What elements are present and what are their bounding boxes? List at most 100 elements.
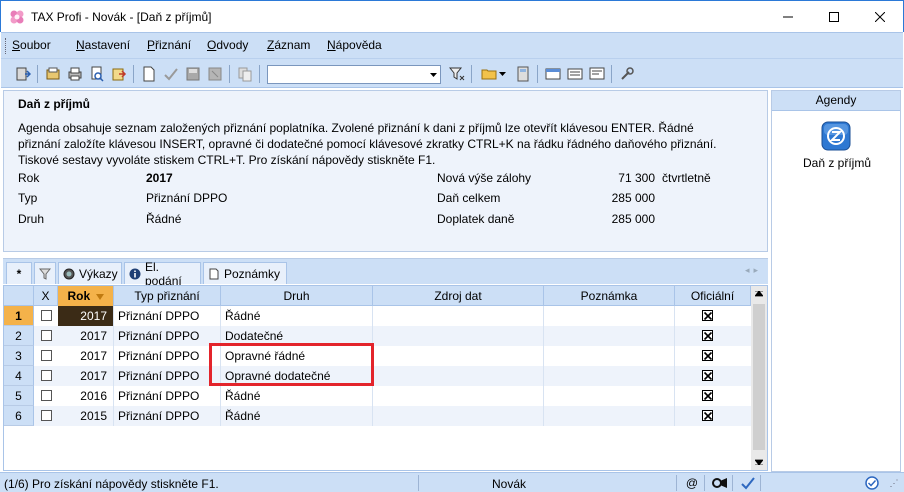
tab-vykazy[interactable]: Výkazy (58, 262, 122, 284)
calculator-button[interactable] (513, 64, 533, 84)
ok-check-icon[interactable] (864, 475, 880, 491)
copy-button[interactable] (235, 64, 255, 84)
list-button[interactable] (565, 64, 585, 84)
scrollbar-thumb[interactable] (753, 304, 765, 450)
row-number[interactable]: 3 (4, 346, 34, 366)
row-select-checkbox[interactable] (41, 350, 52, 361)
preview-button[interactable] (87, 64, 107, 84)
row-number[interactable]: 5 (4, 386, 34, 406)
row-select-checkbox[interactable] (41, 370, 52, 381)
folder-button[interactable] (479, 64, 499, 84)
menu-grip (5, 38, 8, 54)
open-button[interactable] (43, 64, 63, 84)
typ-value: Přiznání DPPO (146, 191, 228, 205)
oficialni-checkbox-checked[interactable] (702, 390, 713, 401)
oficialni-checkbox-checked[interactable] (702, 310, 713, 321)
cell-rok: 2016 (58, 386, 114, 406)
postal-horn-icon[interactable] (712, 475, 728, 491)
row-select-checkbox[interactable] (41, 330, 52, 341)
app-flower-icon (9, 9, 25, 25)
filter-combo[interactable] (267, 65, 441, 84)
maximize-button[interactable] (811, 1, 857, 32)
calculator-icon (517, 66, 529, 82)
export-button[interactable] (109, 64, 129, 84)
col-druh-header[interactable]: Druh (221, 286, 373, 306)
scroll-up-arrow-icon[interactable] (751, 286, 767, 302)
folder-dropdown[interactable] (497, 64, 507, 84)
row-select-checkbox[interactable] (41, 310, 52, 321)
folder-icon (481, 69, 497, 80)
menu-odvody[interactable]: Odvody (207, 38, 248, 52)
cell-rok: 2015 (58, 406, 114, 426)
tab-poznamky[interactable]: Poznámky (203, 262, 287, 284)
chevron-down-icon[interactable] (426, 66, 440, 83)
email-at-icon[interactable]: @ (684, 475, 700, 491)
oficialni-checkbox-checked[interactable] (702, 350, 713, 361)
form-button[interactable] (543, 64, 563, 84)
filter-button[interactable] (447, 64, 467, 84)
col-oficialni-header[interactable]: Oficiální (675, 286, 751, 306)
cell-poznamka (544, 406, 675, 426)
settings-button[interactable] (617, 64, 637, 84)
print-button[interactable] (65, 64, 85, 84)
menu-nastaveni[interactable]: Nastavení (76, 38, 130, 52)
pen-check-icon[interactable] (740, 475, 756, 491)
resize-grip-icon[interactable]: ⋰ (886, 475, 902, 491)
scroll-down-arrow-icon[interactable] (751, 454, 767, 470)
tab-filter[interactable] (34, 262, 56, 284)
menu-priznani[interactable]: Přiznání (147, 38, 191, 52)
highlight-annotation-box (209, 343, 374, 386)
oficialni-checkbox-checked[interactable] (702, 410, 713, 421)
menu-napoveda[interactable]: Nápověda (327, 38, 382, 52)
save-button[interactable] (183, 64, 203, 84)
table-row[interactable]: 4 2017 Přiznání DPPO Opravné dodatečné (4, 366, 751, 386)
oficialni-checkbox-checked[interactable] (702, 370, 713, 381)
table-row[interactable]: 2 2017 Přiznání DPPO Dodatečné (4, 326, 751, 346)
cell-zdroj (373, 406, 544, 426)
table-row[interactable]: 5 2016 Přiznání DPPO Řádné (4, 386, 751, 406)
cell-zdroj (373, 326, 544, 346)
cell-druh: Řádné (221, 406, 373, 426)
menu-zaznam[interactable]: Záznam (267, 38, 310, 52)
row-select-checkbox[interactable] (41, 410, 52, 421)
col-poznamka-header[interactable]: Poznámka (544, 286, 675, 306)
exit-button[interactable] (13, 64, 33, 84)
table-row[interactable]: 3 2017 Přiznání DPPO Opravné řádné (4, 346, 751, 366)
zalohy-label: Nová výše zálohy (437, 171, 532, 185)
menu-soubor[interactable]: Soubor (12, 38, 51, 52)
cell-typ: Přiznání DPPO (114, 406, 221, 426)
col-typ-header[interactable]: Typ přiznání (114, 286, 221, 306)
agenda-dan-z-prijmu[interactable]: Daň z příjmů (772, 156, 902, 170)
tab-all[interactable]: * (6, 262, 32, 284)
row-select-checkbox[interactable] (41, 390, 52, 401)
tab-el-podani[interactable]: El. podání (124, 260, 201, 288)
row-number[interactable]: 1 (4, 306, 34, 326)
notes-button[interactable] (587, 64, 607, 84)
filter-funnel-icon (39, 268, 51, 280)
col-x-header[interactable]: X (34, 286, 58, 306)
col-rok-header[interactable]: Rok (58, 286, 114, 306)
row-number[interactable]: 4 (4, 366, 34, 386)
info-header: Daň z příjmů (18, 97, 91, 111)
checkmark-pen-icon (164, 68, 178, 81)
minimize-button[interactable] (765, 1, 811, 32)
discard-icon (208, 67, 222, 81)
cell-rok: 2017 (58, 366, 114, 386)
minimize-icon (783, 16, 793, 17)
row-number[interactable]: 6 (4, 406, 34, 426)
close-button[interactable] (857, 1, 903, 32)
col-zdroj-header[interactable]: Zdroj dat (373, 286, 544, 306)
cancel-button[interactable] (205, 64, 225, 84)
tab-vykazy-label: Výkazy (79, 266, 118, 281)
table-row[interactable]: 1 2017 Přiznání DPPO Řádné (4, 306, 751, 326)
table-row[interactable]: 6 2015 Přiznání DPPO Řádné (4, 406, 751, 426)
grid-vertical-scrollbar[interactable] (751, 286, 767, 470)
oficialni-checkbox-checked[interactable] (702, 330, 713, 341)
tab-el-podani-label: El. podání (145, 259, 182, 288)
row-number[interactable]: 2 (4, 326, 34, 346)
tab-scroll-arrows[interactable]: ◂▸ (745, 265, 762, 276)
confirm-button[interactable] (161, 64, 181, 84)
agenda-tax-icon[interactable] (821, 121, 851, 151)
filter-funnel-icon (449, 67, 465, 81)
new-button[interactable] (139, 64, 159, 84)
